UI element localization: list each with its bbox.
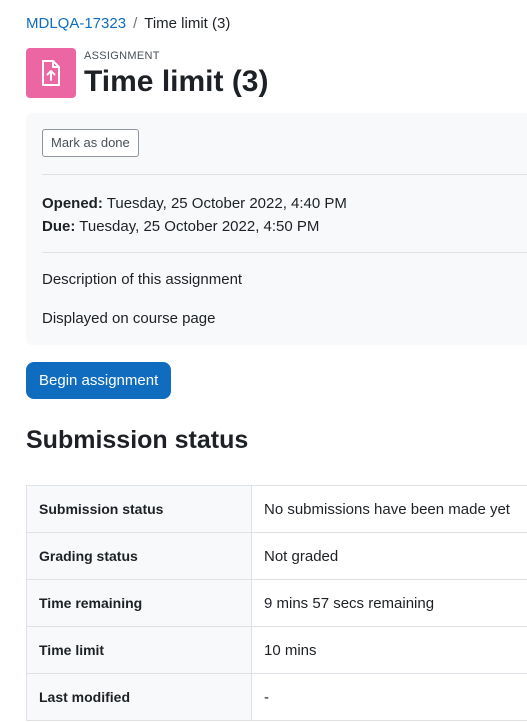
displayed-note: Displayed on course page [42, 310, 216, 327]
row-label: Time remaining [26, 579, 252, 627]
activity-dates: Opened: Tuesday, 25 October 2022, 4:40 P… [42, 192, 347, 238]
breadcrumb-course-link[interactable]: MDLQA-17323 [26, 15, 126, 32]
due-value: Tuesday, 25 October 2022, 4:50 PM [79, 218, 320, 235]
breadcrumb-separator: / [133, 15, 138, 32]
opened-date: Opened: Tuesday, 25 October 2022, 4:40 P… [42, 192, 347, 215]
divider [42, 252, 527, 253]
opened-label: Opened: [42, 195, 103, 212]
assignment-page: MDLQA-17323 / Time limit (3) ASSIGNMENT Ti… [0, 0, 527, 722]
breadcrumb: MDLQA-17323 / Time limit (3) [26, 14, 230, 34]
divider [42, 174, 527, 175]
row-label: Time limit [26, 626, 252, 674]
row-label: Last modified [26, 673, 252, 721]
row-value: 10 mins [251, 626, 527, 674]
assignment-upload-icon [26, 48, 76, 98]
table-row: Time limit 10 mins [26, 626, 527, 674]
due-label: Due: [42, 218, 76, 235]
row-value: - [251, 673, 527, 721]
table-row: Grading status Not graded [26, 532, 527, 580]
row-value: Not graded [251, 532, 527, 580]
table-row: Time remaining 9 mins 57 secs remaining [26, 579, 527, 627]
page-title: Time limit (3) [84, 65, 269, 98]
submission-status-table: Submission status No submissions have be… [26, 485, 527, 721]
submission-status-heading: Submission status [26, 426, 249, 454]
due-date: Due: Tuesday, 25 October 2022, 4:50 PM [42, 215, 347, 238]
activity-information: Mark as done Opened: Tuesday, 25 October… [26, 113, 527, 345]
table-row: Last modified - [26, 673, 527, 721]
row-value: 9 mins 57 secs remaining [251, 579, 527, 627]
mark-as-done-button[interactable]: Mark as done [42, 129, 139, 157]
assignment-description: Description of this assignment [42, 271, 243, 288]
row-value: No submissions have been made yet [251, 485, 527, 533]
table-row: Submission status No submissions have be… [26, 485, 527, 533]
breadcrumb-current: Time limit (3) [144, 15, 231, 32]
row-label: Submission status [26, 485, 252, 533]
activity-purpose: ASSIGNMENT [84, 50, 160, 62]
begin-assignment-button[interactable]: Begin assignment [26, 362, 172, 399]
opened-value: Tuesday, 25 October 2022, 4:40 PM [106, 195, 347, 212]
row-label: Grading status [26, 532, 252, 580]
